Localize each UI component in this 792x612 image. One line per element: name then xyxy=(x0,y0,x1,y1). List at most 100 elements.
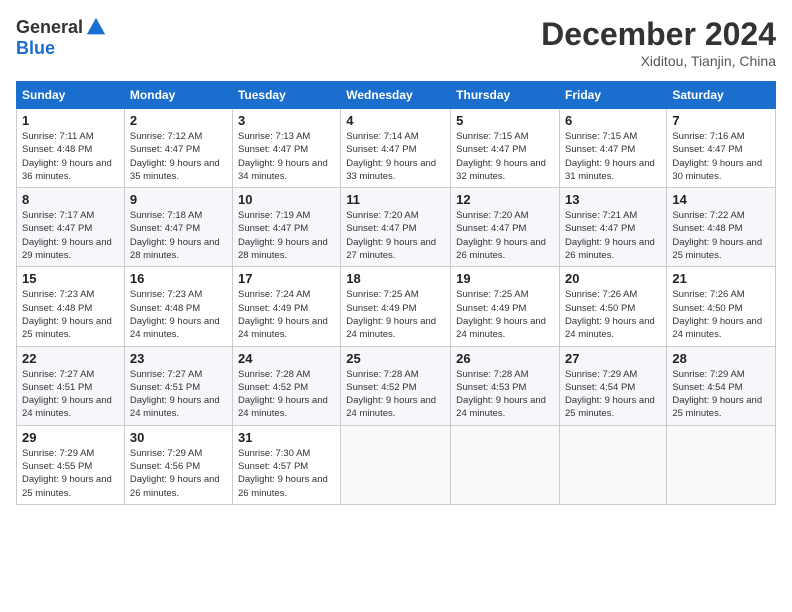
day-info: Sunrise: 7:15 AM Sunset: 4:47 PM Dayligh… xyxy=(565,130,661,183)
day-number: 22 xyxy=(22,351,119,366)
day-info: Sunrise: 7:27 AM Sunset: 4:51 PM Dayligh… xyxy=(22,368,119,421)
calendar-cell xyxy=(667,425,776,504)
day-info: Sunrise: 7:30 AM Sunset: 4:57 PM Dayligh… xyxy=(238,447,335,500)
calendar-cell: 15 Sunrise: 7:23 AM Sunset: 4:48 PM Dayl… xyxy=(17,267,125,346)
header-tuesday: Tuesday xyxy=(232,82,340,109)
day-info: Sunrise: 7:17 AM Sunset: 4:47 PM Dayligh… xyxy=(22,209,119,262)
day-info: Sunrise: 7:11 AM Sunset: 4:48 PM Dayligh… xyxy=(22,130,119,183)
calendar-week-row: 1 Sunrise: 7:11 AM Sunset: 4:48 PM Dayli… xyxy=(17,109,776,188)
calendar-cell: 5 Sunrise: 7:15 AM Sunset: 4:47 PM Dayli… xyxy=(451,109,560,188)
day-info: Sunrise: 7:15 AM Sunset: 4:47 PM Dayligh… xyxy=(456,130,554,183)
header-monday: Monday xyxy=(124,82,232,109)
day-number: 1 xyxy=(22,113,119,128)
header-sunday: Sunday xyxy=(17,82,125,109)
day-info: Sunrise: 7:23 AM Sunset: 4:48 PM Dayligh… xyxy=(22,288,119,341)
day-number: 30 xyxy=(130,430,227,445)
day-number: 4 xyxy=(346,113,445,128)
day-info: Sunrise: 7:29 AM Sunset: 4:54 PM Dayligh… xyxy=(565,368,661,421)
day-info: Sunrise: 7:18 AM Sunset: 4:47 PM Dayligh… xyxy=(130,209,227,262)
calendar-cell: 6 Sunrise: 7:15 AM Sunset: 4:47 PM Dayli… xyxy=(560,109,667,188)
day-number: 27 xyxy=(565,351,661,366)
day-number: 13 xyxy=(565,192,661,207)
calendar-cell: 20 Sunrise: 7:26 AM Sunset: 4:50 PM Dayl… xyxy=(560,267,667,346)
day-info: Sunrise: 7:28 AM Sunset: 4:53 PM Dayligh… xyxy=(456,368,554,421)
day-number: 25 xyxy=(346,351,445,366)
calendar-week-row: 8 Sunrise: 7:17 AM Sunset: 4:47 PM Dayli… xyxy=(17,188,776,267)
calendar-cell: 28 Sunrise: 7:29 AM Sunset: 4:54 PM Dayl… xyxy=(667,346,776,425)
calendar-cell: 13 Sunrise: 7:21 AM Sunset: 4:47 PM Dayl… xyxy=(560,188,667,267)
day-info: Sunrise: 7:29 AM Sunset: 4:54 PM Dayligh… xyxy=(672,368,770,421)
calendar-table: Sunday Monday Tuesday Wednesday Thursday… xyxy=(16,81,776,505)
day-number: 12 xyxy=(456,192,554,207)
logo-icon xyxy=(85,16,107,38)
day-info: Sunrise: 7:20 AM Sunset: 4:47 PM Dayligh… xyxy=(456,209,554,262)
calendar-week-row: 29 Sunrise: 7:29 AM Sunset: 4:55 PM Dayl… xyxy=(17,425,776,504)
calendar-cell: 12 Sunrise: 7:20 AM Sunset: 4:47 PM Dayl… xyxy=(451,188,560,267)
day-number: 19 xyxy=(456,271,554,286)
day-number: 11 xyxy=(346,192,445,207)
day-info: Sunrise: 7:27 AM Sunset: 4:51 PM Dayligh… xyxy=(130,368,227,421)
header-saturday: Saturday xyxy=(667,82,776,109)
day-number: 17 xyxy=(238,271,335,286)
calendar-cell: 19 Sunrise: 7:25 AM Sunset: 4:49 PM Dayl… xyxy=(451,267,560,346)
day-number: 14 xyxy=(672,192,770,207)
day-info: Sunrise: 7:29 AM Sunset: 4:55 PM Dayligh… xyxy=(22,447,119,500)
day-info: Sunrise: 7:23 AM Sunset: 4:48 PM Dayligh… xyxy=(130,288,227,341)
day-info: Sunrise: 7:25 AM Sunset: 4:49 PM Dayligh… xyxy=(456,288,554,341)
day-info: Sunrise: 7:26 AM Sunset: 4:50 PM Dayligh… xyxy=(672,288,770,341)
day-info: Sunrise: 7:22 AM Sunset: 4:48 PM Dayligh… xyxy=(672,209,770,262)
calendar-cell: 24 Sunrise: 7:28 AM Sunset: 4:52 PM Dayl… xyxy=(232,346,340,425)
day-number: 15 xyxy=(22,271,119,286)
calendar-cell: 18 Sunrise: 7:25 AM Sunset: 4:49 PM Dayl… xyxy=(341,267,451,346)
calendar-cell: 25 Sunrise: 7:28 AM Sunset: 4:52 PM Dayl… xyxy=(341,346,451,425)
calendar-cell: 14 Sunrise: 7:22 AM Sunset: 4:48 PM Dayl… xyxy=(667,188,776,267)
day-number: 10 xyxy=(238,192,335,207)
day-info: Sunrise: 7:25 AM Sunset: 4:49 PM Dayligh… xyxy=(346,288,445,341)
calendar-cell: 7 Sunrise: 7:16 AM Sunset: 4:47 PM Dayli… xyxy=(667,109,776,188)
calendar-cell: 9 Sunrise: 7:18 AM Sunset: 4:47 PM Dayli… xyxy=(124,188,232,267)
day-number: 21 xyxy=(672,271,770,286)
calendar-cell: 1 Sunrise: 7:11 AM Sunset: 4:48 PM Dayli… xyxy=(17,109,125,188)
day-number: 24 xyxy=(238,351,335,366)
month-title: December 2024 xyxy=(541,16,776,53)
day-info: Sunrise: 7:14 AM Sunset: 4:47 PM Dayligh… xyxy=(346,130,445,183)
logo: General Blue xyxy=(16,16,107,59)
day-number: 2 xyxy=(130,113,227,128)
day-info: Sunrise: 7:19 AM Sunset: 4:47 PM Dayligh… xyxy=(238,209,335,262)
calendar-cell xyxy=(341,425,451,504)
day-info: Sunrise: 7:20 AM Sunset: 4:47 PM Dayligh… xyxy=(346,209,445,262)
day-info: Sunrise: 7:26 AM Sunset: 4:50 PM Dayligh… xyxy=(565,288,661,341)
calendar-cell: 21 Sunrise: 7:26 AM Sunset: 4:50 PM Dayl… xyxy=(667,267,776,346)
calendar-cell xyxy=(560,425,667,504)
header-thursday: Thursday xyxy=(451,82,560,109)
calendar-cell: 26 Sunrise: 7:28 AM Sunset: 4:53 PM Dayl… xyxy=(451,346,560,425)
day-number: 8 xyxy=(22,192,119,207)
calendar-cell: 3 Sunrise: 7:13 AM Sunset: 4:47 PM Dayli… xyxy=(232,109,340,188)
day-number: 31 xyxy=(238,430,335,445)
calendar-cell: 16 Sunrise: 7:23 AM Sunset: 4:48 PM Dayl… xyxy=(124,267,232,346)
calendar-cell: 23 Sunrise: 7:27 AM Sunset: 4:51 PM Dayl… xyxy=(124,346,232,425)
day-number: 16 xyxy=(130,271,227,286)
logo-blue-text: Blue xyxy=(16,38,55,59)
day-info: Sunrise: 7:16 AM Sunset: 4:47 PM Dayligh… xyxy=(672,130,770,183)
calendar-cell xyxy=(451,425,560,504)
calendar-week-row: 15 Sunrise: 7:23 AM Sunset: 4:48 PM Dayl… xyxy=(17,267,776,346)
day-info: Sunrise: 7:12 AM Sunset: 4:47 PM Dayligh… xyxy=(130,130,227,183)
calendar-header-row: Sunday Monday Tuesday Wednesday Thursday… xyxy=(17,82,776,109)
calendar-cell: 22 Sunrise: 7:27 AM Sunset: 4:51 PM Dayl… xyxy=(17,346,125,425)
day-number: 5 xyxy=(456,113,554,128)
calendar-cell: 8 Sunrise: 7:17 AM Sunset: 4:47 PM Dayli… xyxy=(17,188,125,267)
day-number: 9 xyxy=(130,192,227,207)
day-info: Sunrise: 7:13 AM Sunset: 4:47 PM Dayligh… xyxy=(238,130,335,183)
calendar-cell: 30 Sunrise: 7:29 AM Sunset: 4:56 PM Dayl… xyxy=(124,425,232,504)
header-friday: Friday xyxy=(560,82,667,109)
day-number: 26 xyxy=(456,351,554,366)
calendar-cell: 17 Sunrise: 7:24 AM Sunset: 4:49 PM Dayl… xyxy=(232,267,340,346)
day-number: 23 xyxy=(130,351,227,366)
day-info: Sunrise: 7:24 AM Sunset: 4:49 PM Dayligh… xyxy=(238,288,335,341)
calendar-cell: 10 Sunrise: 7:19 AM Sunset: 4:47 PM Dayl… xyxy=(232,188,340,267)
day-number: 3 xyxy=(238,113,335,128)
title-section: December 2024 Xiditou, Tianjin, China xyxy=(541,16,776,69)
day-info: Sunrise: 7:21 AM Sunset: 4:47 PM Dayligh… xyxy=(565,209,661,262)
calendar-cell: 4 Sunrise: 7:14 AM Sunset: 4:47 PM Dayli… xyxy=(341,109,451,188)
